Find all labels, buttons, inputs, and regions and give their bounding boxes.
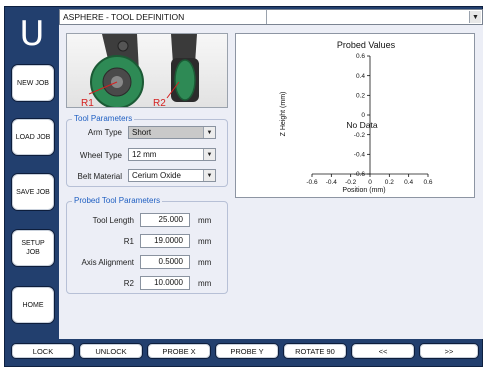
arm-type-label: Arm Type bbox=[87, 128, 122, 137]
chart-svg: Probed Values No Data Position (mm) Z He… bbox=[280, 40, 433, 194]
tool-length-label: Tool Length bbox=[92, 216, 134, 225]
probed-values-chart: Probed Values No Data Position (mm) Z He… bbox=[235, 33, 475, 198]
r1-unit: mm bbox=[198, 237, 212, 246]
save-job-button[interactable]: SAVE JOB bbox=[11, 173, 55, 211]
y-tick-label: -0.6 bbox=[354, 171, 366, 178]
x-tick-label: 0.6 bbox=[423, 179, 432, 186]
probe-y-button[interactable]: PROBE Y bbox=[215, 343, 279, 359]
y-tick-label: 0.6 bbox=[356, 53, 365, 60]
application-window: U NEW JOB LOAD JOB SAVE JOB SETUP JOB HO… bbox=[0, 0, 487, 371]
x-axis-label: Position (mm) bbox=[342, 187, 385, 194]
wheel-r2 bbox=[174, 59, 196, 101]
home-button[interactable]: HOME bbox=[11, 286, 55, 324]
title-bar: ASPHERE - TOOL DEFINITION ▼ bbox=[59, 9, 483, 25]
lock-button[interactable]: LOCK bbox=[11, 343, 75, 359]
belt-material-label: Belt Material bbox=[77, 172, 122, 181]
r2-unit: mm bbox=[198, 279, 212, 288]
load-job-button[interactable]: LOAD JOB bbox=[11, 118, 55, 156]
wheel-illustration: R1 R2 bbox=[81, 34, 199, 107]
arm-type-select[interactable]: Short ▼ bbox=[128, 126, 216, 139]
belt-material-value: Cerium Oxide bbox=[132, 171, 181, 180]
rotate-90-button[interactable]: ROTATE 90 bbox=[283, 343, 347, 359]
new-job-button[interactable]: NEW JOB bbox=[11, 64, 55, 102]
tool-parameters-title: Tool Parameters bbox=[72, 114, 135, 123]
x-tick-label: 0.4 bbox=[404, 179, 413, 186]
tool-wheel-image: R1 R2 bbox=[66, 33, 228, 108]
next-button[interactable]: >> bbox=[419, 343, 479, 359]
probe-x-button[interactable]: PROBE X bbox=[147, 343, 211, 359]
axis-alignment-field[interactable]: 0.5000 bbox=[140, 255, 190, 269]
y-axis-label: Z Height (mm) bbox=[280, 92, 287, 137]
wheel-type-label: Wheel Type bbox=[79, 151, 122, 160]
y-tick-label: 0.2 bbox=[356, 93, 365, 100]
r2-field[interactable]: 10.0000 bbox=[140, 276, 190, 290]
chart-axes: 0.6 0.4 0.2 0 -0.2 -0.4 -0.6 -0.6 -0.4 -0.2 0 0.2 0.… bbox=[306, 53, 432, 186]
unlock-button[interactable]: UNLOCK bbox=[79, 343, 143, 359]
chevron-down-icon[interactable]: ▼ bbox=[203, 127, 215, 138]
tool-length-unit: mm bbox=[198, 216, 212, 225]
x-tick-label: -0.6 bbox=[306, 179, 318, 186]
r1-label: R1 bbox=[81, 98, 94, 107]
y-tick-label: -0.2 bbox=[354, 132, 366, 139]
r2-param-label: R2 bbox=[123, 279, 134, 288]
chevron-down-icon[interactable]: ▼ bbox=[203, 149, 215, 160]
r2-label: R2 bbox=[153, 98, 166, 107]
y-tick-label: 0.4 bbox=[356, 73, 365, 80]
x-tick-label: -0.4 bbox=[326, 179, 338, 186]
app-logo: U bbox=[19, 14, 45, 54]
previous-button[interactable]: << bbox=[351, 343, 415, 359]
chevron-down-icon[interactable]: ▼ bbox=[203, 170, 215, 181]
x-tick-label: 0.2 bbox=[385, 179, 394, 186]
axis-alignment-label: Axis Alignment bbox=[81, 258, 134, 267]
page-title: ASPHERE - TOOL DEFINITION bbox=[63, 12, 185, 22]
wheel-type-select[interactable]: 12 mm ▼ bbox=[128, 148, 216, 161]
wheel-type-value: 12 mm bbox=[132, 150, 157, 159]
title-divider bbox=[266, 10, 267, 24]
setup-job-button[interactable]: SETUP JOB bbox=[11, 229, 55, 267]
chevron-down-icon[interactable]: ▼ bbox=[469, 11, 481, 23]
r1-field[interactable]: 19.0000 bbox=[140, 234, 190, 248]
arm-type-value: Short bbox=[132, 128, 152, 137]
x-tick-label: -0.2 bbox=[345, 179, 357, 186]
x-tick-label: 0 bbox=[368, 179, 372, 186]
axis-alignment-unit: mm bbox=[198, 258, 212, 267]
y-tick-label: 0 bbox=[361, 112, 365, 119]
chart-title: Probed Values bbox=[337, 40, 396, 50]
y-tick-label: -0.4 bbox=[354, 152, 366, 159]
probed-parameters-title: Probed Tool Parameters bbox=[72, 196, 163, 205]
no-data-text: No Data bbox=[346, 120, 377, 130]
arm-bolt bbox=[117, 40, 129, 52]
r1-param-label: R1 bbox=[123, 237, 134, 246]
tool-length-field[interactable]: 25.000 bbox=[140, 213, 190, 227]
belt-material-select[interactable]: Cerium Oxide ▼ bbox=[128, 169, 216, 182]
